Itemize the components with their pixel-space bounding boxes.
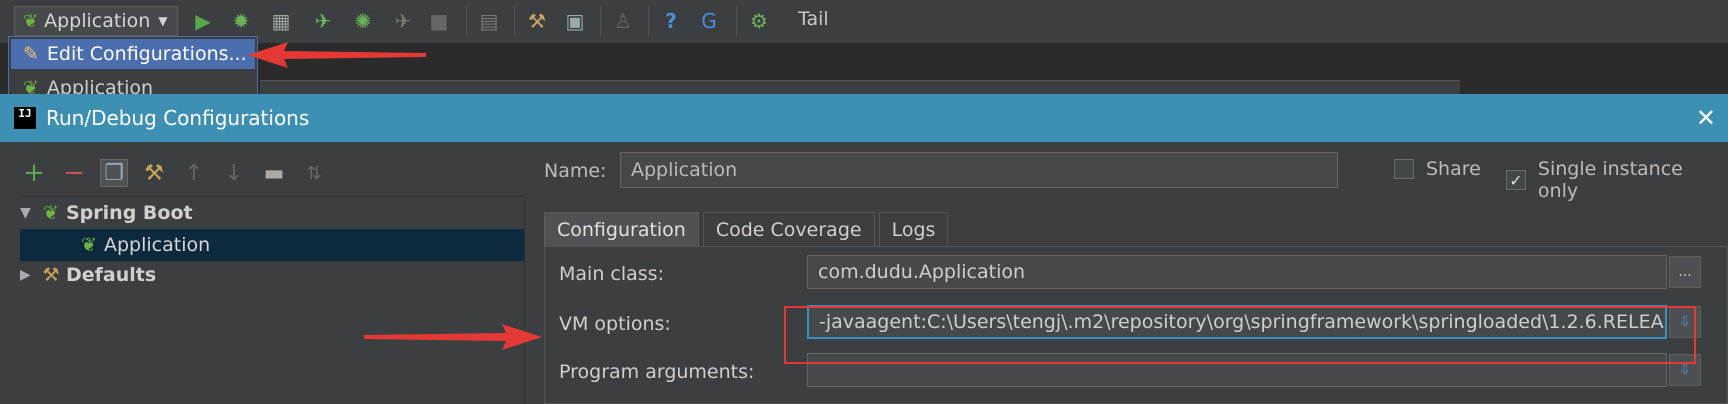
main-class-field[interactable]: com.dudu.Application xyxy=(807,255,1667,289)
collapse-arrow-icon[interactable]: ▶ xyxy=(20,267,40,283)
coverage-icon[interactable]: ▦ xyxy=(268,8,294,34)
run-config-label: Application xyxy=(44,10,151,32)
edit-configurations-label: Edit Configurations... xyxy=(46,43,247,65)
single-instance-label: Single instance only xyxy=(1537,158,1683,202)
debug-jrebel-icon[interactable]: ✺ xyxy=(350,8,376,34)
wrench-icon[interactable]: ⚒ xyxy=(140,159,168,187)
ide-toolbar: ❦ Application ▼ ▶ ✹ ▦ ✈ ✺ ✈ ■ ▤ ⚒ ▣ ♙ ? … xyxy=(0,0,1728,44)
toolbar-separator xyxy=(648,6,649,36)
help-icon[interactable]: ? xyxy=(658,8,684,34)
edit-configurations-item[interactable]: ✎ Edit Configurations... xyxy=(11,39,255,69)
share-checkbox-box[interactable] xyxy=(1394,159,1414,179)
tab-logs[interactable]: Logs xyxy=(878,212,949,246)
highlight-box xyxy=(784,306,1696,364)
tree-label-defaults: Defaults xyxy=(66,264,157,286)
edit-config-icon: ✎ xyxy=(23,43,39,65)
tree-item-application[interactable]: ❦ Application xyxy=(20,229,524,261)
spring-boot-icon: ❦ xyxy=(23,10,39,32)
spring-boot-icon: ❦ xyxy=(81,234,97,256)
toolbar-separator xyxy=(600,6,601,36)
stop-icon[interactable]: ■ xyxy=(426,8,452,34)
tab-configuration[interactable]: Configuration xyxy=(544,212,699,246)
jrebel-disabled-icon[interactable]: ✈ xyxy=(390,8,416,34)
add-icon[interactable]: + xyxy=(20,158,48,188)
main-class-value: com.dudu.Application xyxy=(818,261,1026,283)
chevron-down-icon: ▼ xyxy=(158,14,168,28)
config-tree: ▼ ❦ Spring Boot ❦ Application ▶ ⚒ Defaul… xyxy=(20,196,525,404)
name-value: Application xyxy=(631,159,738,181)
editor-tab-strip xyxy=(260,80,1460,94)
arrow-down-icon[interactable]: ↓ xyxy=(220,159,248,187)
tail-icon[interactable]: ⚙ xyxy=(746,8,772,34)
toolbar-separator xyxy=(466,6,467,36)
check-icon[interactable]: ✓ xyxy=(1506,170,1526,190)
expand-arrow-icon[interactable]: ▼ xyxy=(20,205,40,221)
sort-icon[interactable]: ⇅ xyxy=(300,159,328,187)
tree-label-spring-boot: Spring Boot xyxy=(66,202,193,224)
application-config-item[interactable]: ❦ Application xyxy=(11,73,255,95)
share-checkbox[interactable]: Share xyxy=(1394,158,1481,180)
close-icon[interactable]: ✕ xyxy=(1696,104,1716,132)
copy-icon[interactable]: ❐ xyxy=(100,159,128,187)
dialog-title: Run/Debug Configurations xyxy=(46,106,310,130)
config-tabs: Configuration Code Coverage Logs xyxy=(544,212,949,246)
share-label: Share xyxy=(1426,158,1481,180)
name-field[interactable]: Application xyxy=(620,152,1338,188)
toolbar-separator xyxy=(514,6,515,36)
spring-boot-icon: ❦ xyxy=(43,202,59,224)
config-tree-toolbar: + − ❐ ⚒ ↑ ↓ ▬ ⇅ xyxy=(20,156,328,190)
vm-options-label: VM options: xyxy=(559,313,671,335)
project-structure-icon[interactable]: ▣ xyxy=(562,8,588,34)
settings-wrench-icon[interactable]: ⚒ xyxy=(524,8,550,34)
run-config-dropdown: ✎ Edit Configurations... ❦ Application xyxy=(8,36,258,96)
tab-code-coverage[interactable]: Code Coverage xyxy=(702,212,875,246)
defaults-wrench-icon: ⚒ xyxy=(42,264,60,286)
annotation-arrow xyxy=(248,42,426,68)
toolbar-separator xyxy=(736,6,737,36)
annotation-arrow xyxy=(364,324,542,350)
sdk-icon[interactable]: ♙ xyxy=(610,8,636,34)
main-class-label: Main class: xyxy=(559,263,664,285)
debug-icon[interactable]: ✹ xyxy=(228,8,254,34)
run-config-selector[interactable]: ❦ Application ▼ xyxy=(14,6,178,36)
attach-icon[interactable]: ▤ xyxy=(476,8,502,34)
run-icon[interactable]: ▶ xyxy=(190,8,216,34)
arrow-up-icon[interactable]: ↑ xyxy=(180,159,208,187)
single-instance-checkbox[interactable]: ✓ Single instance only xyxy=(1506,158,1728,202)
dialog-titlebar: IJ Run/Debug Configurations xyxy=(0,94,1728,142)
browse-main-class-button[interactable]: ... xyxy=(1669,256,1701,288)
folder-icon[interactable]: ▬ xyxy=(260,159,288,187)
tree-label-application: Application xyxy=(104,234,211,256)
run-jrebel-icon[interactable]: ✈ xyxy=(310,8,336,34)
tree-item-defaults[interactable]: ▶ ⚒ Defaults xyxy=(20,259,156,291)
program-arguments-label: Program arguments: xyxy=(559,361,755,383)
remove-icon[interactable]: − xyxy=(60,158,88,188)
tail-label[interactable]: Tail xyxy=(798,8,829,30)
name-label: Name: xyxy=(544,160,607,182)
intellij-logo-icon: IJ xyxy=(14,107,36,129)
tree-item-spring-boot[interactable]: ▼ ❦ Spring Boot xyxy=(20,197,193,229)
translate-icon[interactable]: G xyxy=(696,8,722,34)
